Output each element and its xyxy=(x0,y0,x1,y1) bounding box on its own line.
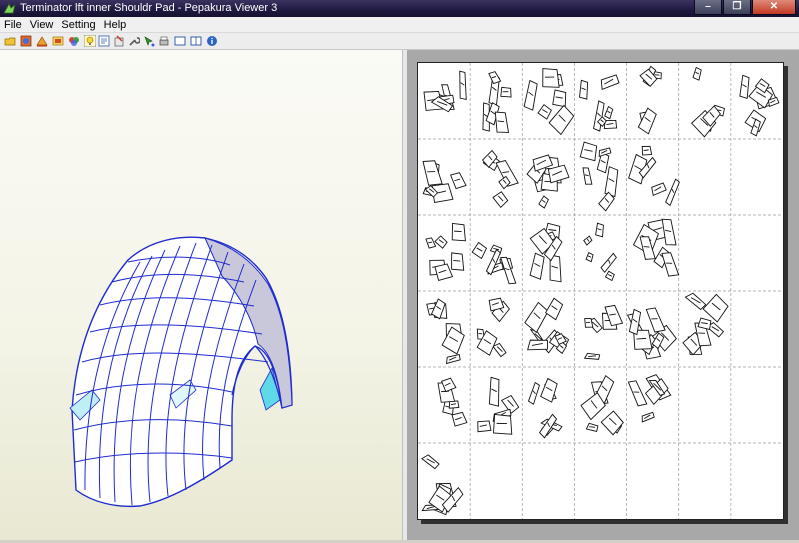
unfolded-part[interactable] xyxy=(474,418,492,435)
unfolded-part[interactable] xyxy=(585,251,594,263)
unfolded-part[interactable] xyxy=(604,106,614,120)
2d-pattern-pane[interactable] xyxy=(407,50,799,540)
minimize-button[interactable]: – xyxy=(694,0,722,15)
unfolded-part[interactable] xyxy=(545,297,564,321)
unfolded-part[interactable] xyxy=(701,292,731,323)
unfolded-part[interactable] xyxy=(444,351,462,367)
select-icon[interactable] xyxy=(143,35,155,47)
unfolded-part[interactable] xyxy=(523,79,538,111)
unfolded-part[interactable] xyxy=(595,222,604,238)
unfolded-part[interactable] xyxy=(637,107,657,135)
3d-model-view[interactable] xyxy=(0,50,402,540)
unfolded-part[interactable] xyxy=(649,180,668,198)
unfolded-part[interactable] xyxy=(499,86,512,99)
unfolded-part[interactable] xyxy=(639,409,655,424)
print-icon[interactable] xyxy=(158,35,170,47)
menu-help[interactable]: Help xyxy=(100,18,131,33)
restore-button[interactable]: ❐ xyxy=(723,0,751,15)
toolbar xyxy=(0,33,799,50)
unfolded-part[interactable] xyxy=(604,166,619,198)
unfolded-part[interactable] xyxy=(458,70,467,100)
unfolded-part[interactable] xyxy=(626,379,648,408)
unfolded-part[interactable] xyxy=(491,190,510,209)
pepakura-app-icon xyxy=(3,3,16,14)
unfolded-part[interactable] xyxy=(420,157,444,188)
unfolded-part[interactable] xyxy=(547,103,576,136)
unfolded-part[interactable] xyxy=(604,270,615,282)
3d-view-pane[interactable] xyxy=(0,50,403,540)
unfolded-part[interactable] xyxy=(488,376,500,407)
texture-icon[interactable] xyxy=(52,35,64,47)
unfolded-part[interactable] xyxy=(529,252,545,280)
settings-icon[interactable] xyxy=(113,35,125,47)
unfolded-part[interactable] xyxy=(581,166,593,185)
unfolded-part[interactable] xyxy=(692,66,702,81)
menu-bar: File View Setting Help xyxy=(0,17,799,33)
window-title: Terminator lft inner Shouldr Pad - Pepak… xyxy=(20,2,278,14)
unfolded-part[interactable] xyxy=(434,235,449,249)
unfolded-part[interactable] xyxy=(537,104,552,120)
unfolded-part[interactable] xyxy=(538,195,549,209)
open-icon[interactable] xyxy=(4,35,16,47)
unfolded-part[interactable] xyxy=(665,178,680,207)
pattern-sheet xyxy=(417,62,784,520)
color-icon[interactable] xyxy=(68,35,80,47)
unfolded-part[interactable] xyxy=(579,79,589,100)
menu-file[interactable]: File xyxy=(0,18,26,33)
title-bar: Terminator lft inner Shouldr Pad - Pepak… xyxy=(0,0,799,17)
unfolded-part[interactable] xyxy=(471,241,488,260)
page-grid-lines xyxy=(418,63,783,519)
unfolded-part[interactable] xyxy=(424,236,437,249)
menu-view[interactable]: View xyxy=(26,18,58,33)
page-icon[interactable] xyxy=(98,35,110,47)
layout-split-icon[interactable] xyxy=(190,35,202,47)
unfolded-part[interactable] xyxy=(420,453,441,470)
unfolded-part[interactable] xyxy=(585,422,599,433)
menu-setting[interactable]: Setting xyxy=(57,18,99,33)
info-icon[interactable] xyxy=(206,35,218,47)
page-grid xyxy=(418,63,783,519)
wrench-icon[interactable] xyxy=(128,35,140,47)
unfolded-part[interactable] xyxy=(448,170,467,191)
unfolded-part[interactable] xyxy=(583,351,601,362)
unfolded-part[interactable] xyxy=(449,221,467,243)
unfolded-part[interactable] xyxy=(441,326,466,355)
unfolded-part[interactable] xyxy=(448,251,465,273)
unfolded-part[interactable] xyxy=(527,381,540,405)
unfolded-part[interactable] xyxy=(523,301,550,334)
close-button[interactable]: ✕ xyxy=(752,0,796,15)
unfolded-part[interactable] xyxy=(499,256,517,286)
unfolded-part[interactable] xyxy=(579,141,598,162)
light-bulb-icon[interactable] xyxy=(84,35,96,47)
unfold-icon[interactable] xyxy=(36,35,48,47)
unfolded-part[interactable] xyxy=(600,252,617,274)
unfolded-part[interactable] xyxy=(640,144,653,157)
window-controls: – ❐ ✕ xyxy=(693,0,796,16)
unfolded-part[interactable] xyxy=(552,89,567,108)
unfolded-part[interactable] xyxy=(538,65,561,91)
3d-model-icon[interactable] xyxy=(20,35,32,47)
shoulder-pad-mesh xyxy=(69,236,293,508)
unfolded-part[interactable] xyxy=(739,74,750,100)
layout-single-icon[interactable] xyxy=(174,35,186,47)
unfolded-part[interactable] xyxy=(583,235,593,246)
unfolded-part[interactable] xyxy=(597,71,621,93)
unfolded-part[interactable] xyxy=(583,317,594,330)
unfolded-part[interactable] xyxy=(599,409,626,437)
unfolded-parts xyxy=(420,65,780,516)
